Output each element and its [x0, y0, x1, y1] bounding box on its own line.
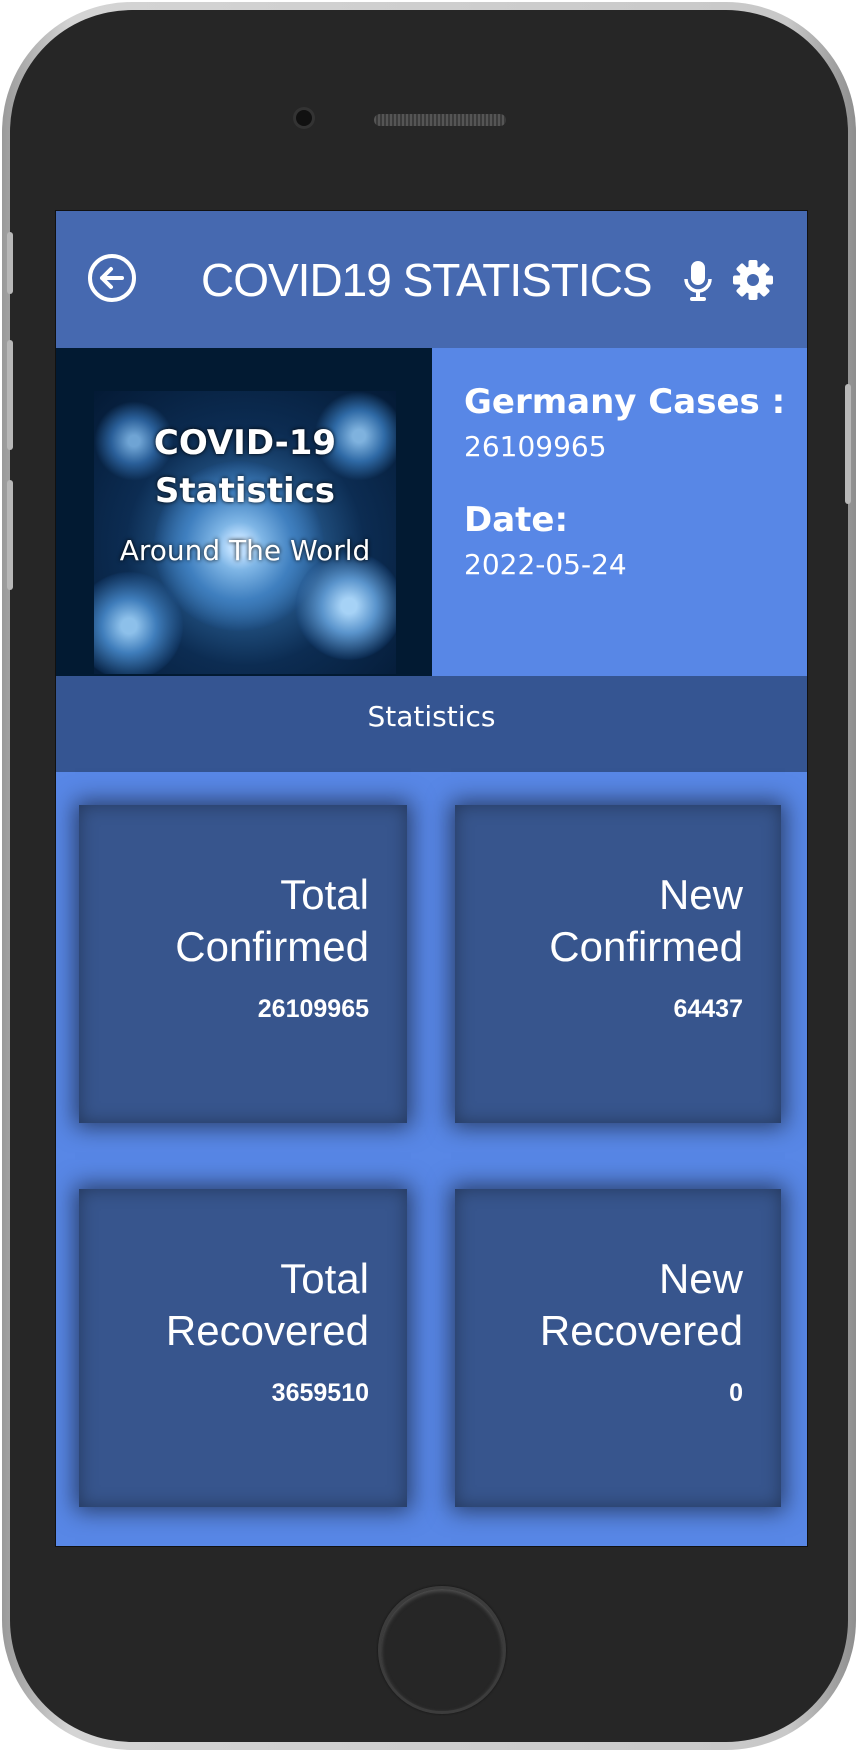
summary-panel: Germany Cases : 26109965 Date: 2022-05-2…	[432, 348, 807, 676]
country-cases-label: Germany Cases :	[464, 382, 786, 422]
card-label: New Recovered	[539, 1255, 743, 1354]
card-label: Total Recovered	[165, 1255, 369, 1354]
home-button[interactable]	[378, 1586, 506, 1714]
card-value: 64437	[673, 995, 743, 1023]
app-header: COVID19 STATISTICS	[56, 211, 807, 348]
front-camera	[296, 110, 312, 126]
microphone-icon[interactable]	[681, 259, 715, 303]
app-title: COVID19 STATISTICS	[201, 254, 653, 306]
hero-image-panel: COVID-19 Statistics Around The World	[56, 348, 432, 676]
power-button	[845, 384, 851, 504]
statistics-section-header: Statistics	[56, 676, 807, 772]
hero-subtitle: Around The World	[119, 534, 371, 567]
card-value: 0	[729, 1379, 743, 1407]
back-arrow-circle-icon[interactable]	[88, 254, 136, 302]
volume-down-button	[7, 480, 13, 590]
total-confirmed-card[interactable]: Total Confirmed 26109965	[79, 805, 407, 1123]
virus-decoration	[294, 551, 396, 661]
card-value: 3659510	[271, 1379, 369, 1407]
card-value: 26109965	[257, 995, 369, 1023]
hero-title-line2: Statistics	[154, 471, 336, 511]
earpiece-speaker	[374, 114, 506, 126]
gear-icon[interactable]	[732, 259, 774, 301]
total-recovered-card[interactable]: Total Recovered 3659510	[79, 1189, 407, 1507]
volume-up-button	[7, 340, 13, 450]
card-label: Total Confirmed	[175, 871, 369, 970]
date-label: Date:	[464, 500, 569, 540]
app-screen: COVID19 STATISTICS COVID-19 Statistics A…	[55, 210, 808, 1547]
country-cases-value: 26109965	[464, 430, 607, 463]
new-recovered-card[interactable]: New Recovered 0	[455, 1189, 781, 1507]
mute-switch	[7, 232, 13, 294]
new-confirmed-card[interactable]: New Confirmed 64437	[455, 805, 781, 1123]
date-value: 2022-05-24	[464, 548, 627, 581]
card-label: New Confirmed	[549, 871, 743, 970]
hero-title-line1: COVID-19	[153, 423, 337, 463]
covid-virus-image: COVID-19 Statistics Around The World	[94, 391, 396, 674]
